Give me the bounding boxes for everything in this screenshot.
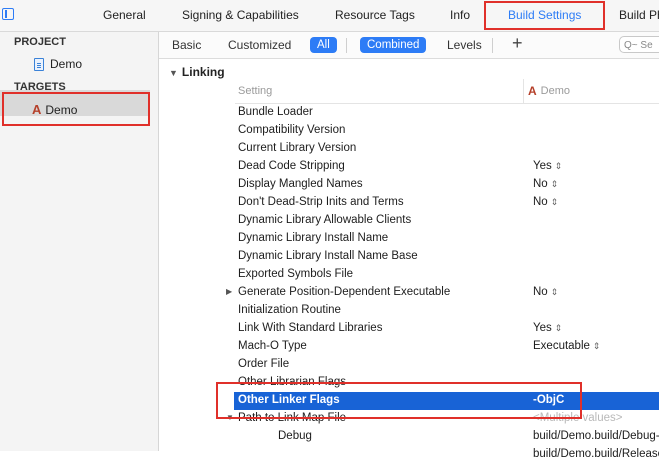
project-section-header: PROJECT bbox=[14, 36, 66, 48]
setting-value[interactable]: build/Demo.build/Release-i bbox=[533, 448, 659, 460]
setting-row-config[interactable]: build/Demo.build/Release-i bbox=[234, 446, 659, 464]
setting-value[interactable]: No ⇕ bbox=[533, 196, 558, 208]
setting-value[interactable]: Executable ⇕ bbox=[533, 340, 600, 352]
setting-row[interactable]: Link With Standard Libraries Yes ⇕ bbox=[234, 320, 659, 338]
setting-name: Display Mangled Names bbox=[238, 178, 363, 190]
filter-combined[interactable]: Combined bbox=[360, 37, 427, 53]
setting-name: Link With Standard Libraries bbox=[238, 322, 383, 334]
app-target-icon: A bbox=[528, 84, 537, 98]
setting-name: Dynamic Library Install Name Base bbox=[238, 250, 418, 262]
setting-row[interactable]: Display Mangled Names No ⇕ bbox=[234, 176, 659, 194]
column-header-target: A Demo bbox=[528, 85, 570, 97]
setting-row-other-linker-flags[interactable]: ▶ Other Linker Flags -ObjC bbox=[226, 392, 659, 410]
disclosure-closed-icon[interactable]: ▶ bbox=[226, 395, 232, 404]
setting-name: Dynamic Library Allowable Clients bbox=[238, 214, 412, 226]
setting-name: Current Library Version bbox=[238, 142, 357, 154]
setting-row[interactable]: Dynamic Library Install Name bbox=[234, 230, 659, 248]
stepper-icon: ⇕ bbox=[550, 179, 559, 189]
setting-row[interactable]: Don't Dead-Strip Inits and Terms No ⇕ bbox=[234, 194, 659, 212]
stepper-icon: ⇕ bbox=[554, 323, 563, 333]
setting-name: Compatibility Version bbox=[238, 124, 346, 136]
setting-row[interactable]: Dead Code Stripping Yes ⇕ bbox=[234, 158, 659, 176]
editor-tab-bar: General Signing & Capabilities Resource … bbox=[0, 0, 659, 32]
tab-build-phases[interactable]: Build Ph bbox=[619, 8, 659, 22]
column-header-target-label: Demo bbox=[540, 85, 571, 97]
setting-value[interactable]: No ⇕ bbox=[533, 178, 558, 190]
build-settings-filter-bar: Basic Customized All Combined Levels + Q… bbox=[159, 32, 659, 59]
setting-row[interactable]: Mach-O Type Executable ⇕ bbox=[234, 338, 659, 356]
setting-name: Dead Code Stripping bbox=[238, 160, 345, 172]
search-field[interactable]: Q~ Se bbox=[619, 36, 659, 53]
add-setting-icon[interactable]: + bbox=[512, 33, 523, 54]
setting-row[interactable]: Initialization Routine bbox=[234, 302, 659, 320]
setting-row[interactable]: Dynamic Library Install Name Base bbox=[234, 248, 659, 266]
disclosure-closed-icon[interactable]: ▶ bbox=[226, 287, 232, 296]
filter-customized[interactable]: Customized bbox=[228, 38, 291, 52]
tab-resource-tags[interactable]: Resource Tags bbox=[335, 8, 415, 22]
setting-name: Bundle Loader bbox=[238, 106, 313, 118]
setting-name: Other Linker Flags bbox=[238, 394, 340, 406]
filter-divider-2 bbox=[492, 38, 493, 53]
stepper-icon: ⇕ bbox=[554, 161, 563, 171]
setting-name: Initialization Routine bbox=[238, 304, 341, 316]
setting-name: Don't Dead-Strip Inits and Terms bbox=[238, 196, 404, 208]
filter-all[interactable]: All bbox=[310, 37, 337, 53]
tab-signing-capabilities[interactable]: Signing & Capabilities bbox=[182, 8, 299, 22]
setting-name: Exported Symbols File bbox=[238, 268, 354, 280]
target-item-label: Demo bbox=[45, 103, 78, 117]
disclosure-open-icon: ▼ bbox=[169, 68, 178, 78]
project-item-demo[interactable]: Demo bbox=[34, 57, 82, 71]
filter-levels[interactable]: Levels bbox=[447, 38, 482, 52]
build-settings-table: ▼ Linking Setting A Demo Bundle Loader Co… bbox=[159, 59, 659, 460]
filter-basic[interactable]: Basic bbox=[172, 38, 201, 52]
setting-value[interactable]: Yes ⇕ bbox=[533, 160, 562, 172]
setting-row[interactable]: Compatibility Version bbox=[234, 122, 659, 140]
setting-row[interactable]: Other Librarian Flags bbox=[234, 374, 659, 392]
setting-name: Mach-O Type bbox=[238, 340, 307, 352]
target-item-demo[interactable]: A Demo bbox=[32, 103, 77, 117]
section-title: Linking bbox=[181, 65, 225, 79]
setting-name: Dynamic Library Install Name bbox=[238, 232, 389, 244]
setting-row[interactable]: Dynamic Library Allowable Clients bbox=[234, 212, 659, 230]
filter-divider bbox=[346, 38, 347, 53]
setting-row-config[interactable]: Debug build/Demo.build/Debug- bbox=[234, 428, 659, 446]
stepper-icon: ⇕ bbox=[550, 197, 559, 207]
tab-general[interactable]: General bbox=[103, 8, 146, 22]
setting-name: Other Librarian Flags bbox=[238, 376, 347, 388]
project-item-label: Demo bbox=[50, 57, 83, 71]
config-name: Debug bbox=[278, 430, 312, 442]
stepper-icon: ⇕ bbox=[592, 341, 601, 351]
navigator-toggle-icon[interactable] bbox=[2, 8, 14, 20]
tab-build-settings[interactable]: Build Settings bbox=[508, 8, 581, 22]
setting-row[interactable]: Exported Symbols File bbox=[234, 266, 659, 284]
project-file-icon bbox=[34, 57, 44, 71]
setting-row[interactable]: Bundle Loader bbox=[234, 104, 659, 122]
setting-name: Generate Position-Dependent Executable bbox=[238, 286, 451, 298]
setting-name: Path to Link Map File bbox=[238, 412, 347, 424]
setting-value[interactable]: -ObjC bbox=[533, 394, 564, 406]
app-target-icon: A bbox=[32, 102, 42, 117]
setting-value[interactable]: Yes ⇕ bbox=[533, 322, 562, 334]
setting-row[interactable]: ▶ Generate Position-Dependent Executable N… bbox=[226, 284, 659, 302]
setting-name: Order File bbox=[238, 358, 290, 370]
column-divider bbox=[523, 79, 524, 103]
stepper-icon: ⇕ bbox=[550, 287, 559, 297]
setting-value[interactable]: build/Demo.build/Debug- bbox=[533, 430, 659, 442]
setting-row[interactable]: Order File bbox=[234, 356, 659, 374]
setting-value[interactable]: <Multiple values> bbox=[533, 412, 623, 424]
section-header-linking[interactable]: ▼ Linking bbox=[169, 65, 225, 79]
tab-info[interactable]: Info bbox=[450, 8, 470, 22]
setting-value[interactable]: No ⇕ bbox=[533, 286, 558, 298]
project-navigator: PROJECT Demo TARGETS A Demo bbox=[0, 32, 159, 451]
column-header-setting: Setting bbox=[238, 85, 273, 97]
setting-row[interactable]: ▼ Path to Link Map File <Multiple values> bbox=[226, 410, 659, 428]
setting-row[interactable]: Current Library Version bbox=[234, 140, 659, 158]
disclosure-open-icon[interactable]: ▼ bbox=[226, 413, 234, 422]
